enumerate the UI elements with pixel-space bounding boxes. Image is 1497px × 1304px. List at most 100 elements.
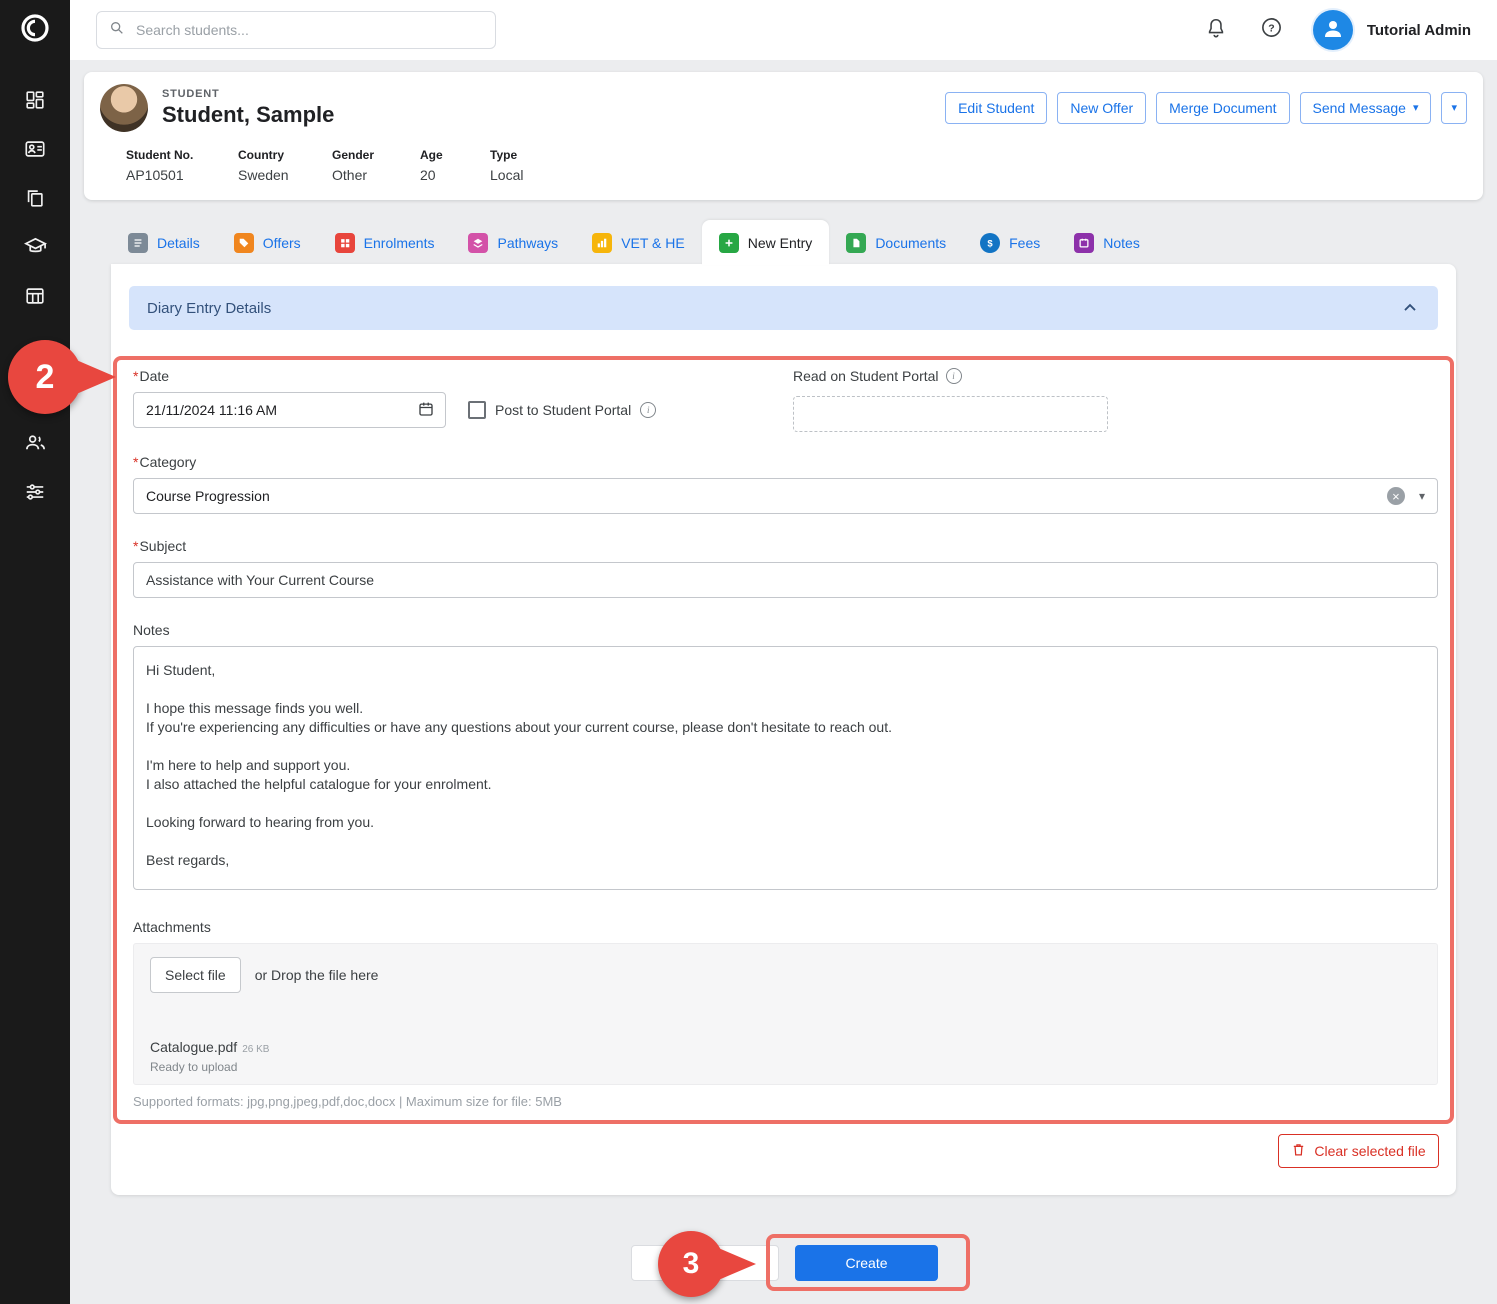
people-icon <box>24 431 47 459</box>
sidebar-item-documents[interactable] <box>0 178 70 222</box>
student-avatar <box>100 84 148 132</box>
help-button[interactable]: ? <box>1257 15 1287 45</box>
category-select[interactable]: Course Progression <box>133 478 1438 514</box>
post-to-portal-checkbox[interactable] <box>468 401 486 419</box>
subject-input[interactable] <box>133 562 1438 598</box>
user-icon <box>1321 16 1345 45</box>
pathways-tab-icon <box>468 233 488 253</box>
read-on-portal-label: Read on Student Portal <box>793 368 939 384</box>
merge-document-button[interactable]: Merge Document <box>1156 92 1289 124</box>
fees-tab-icon: $ <box>980 233 1000 253</box>
file-dropzone[interactable]: Select file or Drop the file here Catalo… <box>133 943 1438 1085</box>
user-avatar[interactable] <box>1313 10 1353 50</box>
tab-vet-he[interactable]: VET & HE <box>575 220 702 265</box>
app-logo-icon <box>19 12 51 49</box>
read-on-portal-field <box>793 396 1108 432</box>
tab-notes[interactable]: Notes <box>1057 220 1157 265</box>
edit-student-button[interactable]: Edit Student <box>945 92 1047 124</box>
category-clear-icon[interactable] <box>1387 487 1405 505</box>
sidebar-item-reports[interactable] <box>0 276 70 320</box>
table-icon <box>24 285 46 312</box>
student-type-label: STUDENT <box>162 88 334 100</box>
age-value: 20 <box>420 167 490 183</box>
sidebar-item-settings[interactable] <box>0 472 70 516</box>
attached-file-size: 26 KB <box>242 1044 269 1055</box>
tab-offers[interactable]: Offers <box>217 220 318 265</box>
svg-text:$: $ <box>987 238 993 249</box>
category-dropdown-caret-icon[interactable] <box>1419 489 1425 503</box>
app-logo[interactable] <box>0 0 70 60</box>
diary-entry-details-header[interactable]: Diary Entry Details <box>129 286 1438 330</box>
student-no-value: AP10501 <box>126 167 238 183</box>
read-on-portal-info-icon[interactable] <box>946 368 962 384</box>
notifications-button[interactable] <box>1201 15 1231 45</box>
attachments-label: Attachments <box>133 919 1438 935</box>
svg-text:?: ? <box>1269 22 1275 34</box>
date-input[interactable]: 21/11/2024 11:16 AM <box>133 392 446 428</box>
panel-title: Diary Entry Details <box>147 300 271 317</box>
more-actions-dropdown-button[interactable] <box>1441 92 1467 124</box>
vet-he-tab-icon <box>592 233 612 253</box>
age-label: Age <box>420 148 490 162</box>
collapse-chevron-icon[interactable] <box>1400 298 1420 318</box>
student-no-label: Student No. <box>126 148 238 162</box>
select-file-button[interactable]: Select file <box>150 957 241 993</box>
topbar: ? Tutorial Admin <box>70 0 1497 60</box>
dashboard-icon <box>24 89 46 116</box>
details-tab-icon <box>128 233 148 253</box>
bell-icon <box>1205 17 1227 44</box>
documents-icon <box>24 187 46 214</box>
gender-label: Gender <box>332 148 420 162</box>
student-search <box>96 11 496 49</box>
date-label: Date <box>133 368 1438 384</box>
country-value: Sweden <box>238 167 332 183</box>
notes-label: Notes <box>133 622 1438 638</box>
create-button[interactable]: Create <box>795 1245 938 1281</box>
attached-file-name: Catalogue.pdf <box>150 1039 237 1055</box>
tab-enrolments[interactable]: Enrolments <box>318 220 452 265</box>
help-icon: ? <box>1260 16 1283 44</box>
student-name: Student, Sample <box>162 102 334 128</box>
search-icon <box>109 20 125 41</box>
tab-details[interactable]: Details <box>111 220 217 265</box>
enrolments-tab-icon <box>335 233 355 253</box>
search-input[interactable] <box>134 21 483 39</box>
send-message-button[interactable]: Send Message <box>1300 92 1432 124</box>
notes-textarea[interactable]: Hi Student, I hope this message finds yo… <box>133 646 1438 890</box>
attached-file-status: Ready to upload <box>150 1060 1421 1074</box>
student-tabs: Details Offers Enrolments Pathways VET &… <box>111 220 1157 265</box>
step-2-arrow <box>74 359 116 395</box>
gender-value: Other <box>332 167 420 183</box>
documents-tab-icon <box>846 233 866 253</box>
post-to-portal-info-icon[interactable] <box>640 402 656 418</box>
offers-tab-icon <box>234 233 254 253</box>
supported-formats-note: Supported formats: jpg,png,jpeg,pdf,doc,… <box>133 1094 1438 1109</box>
notes-tab-icon <box>1074 233 1094 253</box>
diary-entry-form: Date 21/11/2024 11:16 AM Post to Student… <box>133 352 1438 1109</box>
type-label: Type <box>490 148 523 162</box>
sidebar <box>0 0 70 1304</box>
subject-label: Subject <box>133 538 1438 554</box>
sliders-icon <box>24 481 46 508</box>
type-value: Local <box>490 167 523 183</box>
tab-fees[interactable]: $ Fees <box>963 220 1057 265</box>
country-label: Country <box>238 148 332 162</box>
new-offer-button[interactable]: New Offer <box>1057 92 1146 124</box>
sidebar-item-contacts[interactable] <box>0 129 70 173</box>
new-entry-tab-icon <box>719 233 739 253</box>
user-name[interactable]: Tutorial Admin <box>1367 22 1471 39</box>
drop-hint: or Drop the file here <box>255 967 379 983</box>
tab-new-entry[interactable]: New Entry <box>702 220 830 265</box>
graduation-cap-icon <box>24 235 47 263</box>
category-label: Category <box>133 454 1438 470</box>
sidebar-item-dashboard[interactable] <box>0 80 70 124</box>
tab-pathways[interactable]: Pathways <box>451 220 575 265</box>
tab-documents[interactable]: Documents <box>829 220 963 265</box>
post-to-portal-label: Post to Student Portal <box>495 402 631 418</box>
trash-icon <box>1291 1142 1306 1160</box>
cancel-button[interactable] <box>631 1245 779 1281</box>
calendar-icon[interactable] <box>417 400 435 421</box>
clear-selected-file-button[interactable]: Clear selected file <box>1278 1134 1439 1168</box>
sidebar-item-courses[interactable] <box>0 227 70 271</box>
sidebar-item-agents[interactable] <box>0 423 70 467</box>
